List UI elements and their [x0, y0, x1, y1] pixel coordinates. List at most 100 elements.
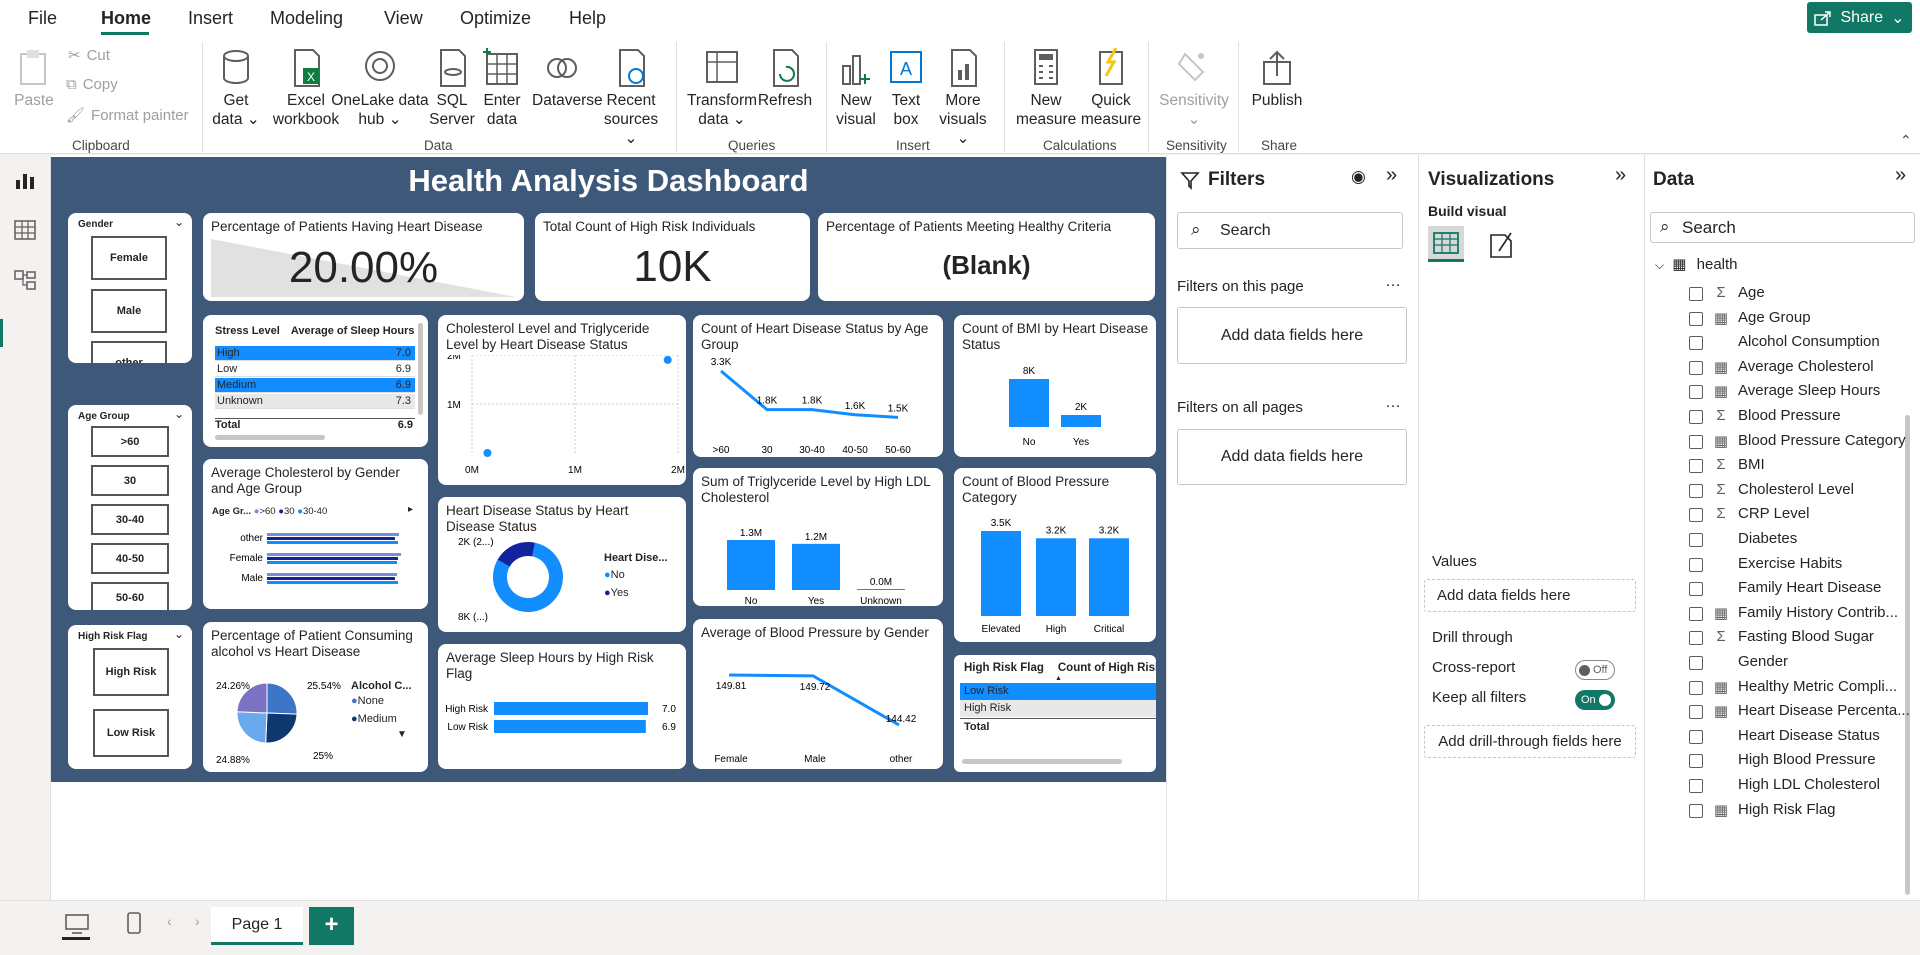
menu-home[interactable]: Home	[101, 8, 151, 29]
format-painter-button[interactable]: 🖌 Format painter	[66, 106, 189, 125]
model-view-icon[interactable]	[13, 268, 37, 292]
text-box-button[interactable]: A Text box	[886, 48, 926, 129]
sort-ascending-icon[interactable]: ▲	[1055, 675, 1062, 682]
menu-help[interactable]: Help	[569, 8, 606, 29]
field-checkbox[interactable]	[1689, 680, 1703, 695]
blood-pressure-category-chart[interactable]: Count of Blood Pressure Category 3.5K Ele…	[954, 468, 1156, 642]
slicer-item-male[interactable]: Male	[91, 289, 167, 333]
page-tab-1[interactable]: Page 1	[211, 907, 303, 945]
slicer-item-high-risk[interactable]: High Risk	[93, 648, 169, 696]
field-checkbox[interactable]	[1689, 631, 1703, 646]
enter-data-button[interactable]: Enter data	[478, 48, 526, 129]
onelake-data-hub-button[interactable]: OneLake data hub ⌄	[330, 48, 430, 129]
chevron-down-icon[interactable]: ⌄	[174, 627, 184, 641]
high-risk-count-card[interactable]: Total Count of High Risk Individuals 10K	[535, 213, 810, 301]
transform-data-button[interactable]: Transform data ⌄	[686, 48, 758, 129]
vertical-scrollbar[interactable]	[418, 323, 423, 415]
heart-disease-by-age-chart[interactable]: Count of Heart Disease Status by Age Gro…	[693, 315, 943, 457]
field-item[interactable]: ▦ High Risk Flag	[1689, 798, 1919, 826]
table-row[interactable]: High 7.0	[215, 346, 415, 361]
menu-modeling[interactable]: Modeling	[270, 8, 343, 29]
field-checkbox[interactable]	[1689, 533, 1703, 547]
high-risk-slicer[interactable]: High Risk Flag ⌄ High Risk Low Risk	[68, 625, 192, 769]
field-checkbox[interactable]	[1689, 459, 1703, 474]
cross-report-toggle[interactable]: Off	[1575, 660, 1615, 680]
report-view-icon[interactable]	[13, 168, 37, 192]
build-visual-tab[interactable]	[1428, 226, 1464, 262]
refresh-button[interactable]: Refresh	[756, 48, 814, 110]
drill-through-drop-zone[interactable]: Add drill-through fields here	[1424, 725, 1636, 758]
publish-button[interactable]: Publish	[1250, 48, 1304, 110]
healthy-criteria-card[interactable]: Percentage of Patients Meeting Healthy C…	[818, 213, 1155, 301]
share-button[interactable]: Share ⌄	[1807, 2, 1912, 33]
avg-cholesterol-chart[interactable]: Average Cholesterol by Gender and Age Gr…	[203, 459, 428, 609]
field-checkbox[interactable]	[1689, 360, 1703, 375]
previous-page-icon[interactable]: ‹	[167, 913, 172, 929]
next-page-icon[interactable]: ›	[195, 913, 200, 929]
blood-pressure-by-gender-chart[interactable]: Average of Blood Pressure by Gender 149.…	[693, 619, 943, 769]
cholesterol-triglyceride-scatter[interactable]: Cholesterol Level and Triglyceride Level…	[438, 315, 686, 485]
more-options-icon[interactable]: …	[1385, 394, 1401, 412]
keep-filters-toggle[interactable]: On	[1575, 690, 1615, 710]
high-risk-table[interactable]: High Risk Flag Count of High Risk ▲ Low R…	[954, 655, 1156, 772]
age-group-slicer[interactable]: Age Group ⌄ >60 30 30-40 40-50 50-60	[68, 405, 192, 610]
collapse-pane-icon[interactable]: »	[1895, 164, 1906, 187]
table-row[interactable]: Unknown 7.3	[215, 394, 415, 409]
gender-slicer[interactable]: Gender ⌄ Female Male other	[68, 213, 192, 363]
filters-page-drop-zone[interactable]: Add data fields here	[1177, 307, 1407, 364]
field-checkbox[interactable]	[1689, 557, 1703, 572]
field-checkbox[interactable]	[1689, 336, 1703, 351]
field-checkbox[interactable]	[1689, 705, 1703, 720]
field-checkbox[interactable]	[1689, 311, 1703, 326]
collapse-ribbon-icon[interactable]: ⌃	[1900, 132, 1912, 149]
field-checkbox[interactable]	[1689, 410, 1703, 424]
new-visual-button[interactable]: New visual	[836, 48, 876, 129]
field-checkbox[interactable]	[1689, 287, 1703, 301]
field-checkbox[interactable]	[1689, 434, 1703, 449]
slicer-item-30-40[interactable]: 30-40	[91, 504, 169, 535]
slicer-item-40-50[interactable]: 40-50	[91, 543, 169, 574]
field-checkbox[interactable]	[1689, 385, 1703, 400]
table-view-icon[interactable]	[13, 218, 37, 242]
table-row[interactable]: Low Risk	[960, 683, 1156, 700]
sql-server-button[interactable]: SQL Server	[428, 48, 476, 129]
quick-measure-button[interactable]: Quick measure	[1080, 48, 1142, 129]
more-options-icon[interactable]: …	[1385, 273, 1401, 291]
legend-scroll-icon[interactable]: ▸	[408, 504, 413, 515]
field-checkbox[interactable]	[1689, 803, 1703, 818]
paste-button[interactable]: Paste	[14, 48, 54, 110]
collapse-pane-icon[interactable]: »	[1615, 164, 1626, 187]
slicer-item-low-risk[interactable]: Low Risk	[93, 709, 169, 757]
chevron-down-icon[interactable]: ⌄	[174, 215, 184, 229]
mobile-layout-icon[interactable]	[126, 911, 142, 935]
menu-view[interactable]: View	[384, 8, 423, 29]
chevron-down-icon[interactable]: ⌄	[174, 407, 184, 421]
field-checkbox[interactable]	[1689, 779, 1703, 793]
table-node-health[interactable]: ⌵ ▦ health	[1655, 255, 1738, 273]
heart-disease-donut-chart[interactable]: Heart Disease Status by Heart Disease St…	[438, 497, 686, 632]
bmi-by-heart-disease-chart[interactable]: Count of BMI by Heart Disease Status 8K N…	[954, 315, 1156, 457]
table-row[interactable]: Low 6.9	[215, 362, 415, 377]
field-checkbox[interactable]	[1689, 508, 1703, 523]
menu-file[interactable]: File	[28, 8, 57, 29]
slicer-item-other[interactable]: other	[91, 341, 167, 363]
field-checkbox[interactable]	[1689, 582, 1703, 597]
values-drop-zone[interactable]: Add data fields here	[1424, 579, 1636, 612]
field-checkbox[interactable]	[1689, 729, 1703, 744]
slicer-item-60plus[interactable]: >60	[91, 426, 169, 457]
data-search-input[interactable]: ⌕ Search	[1650, 212, 1915, 243]
format-visual-icon[interactable]	[1485, 229, 1517, 261]
sensitivity-button[interactable]: Sensitivity ⌄	[1158, 48, 1230, 129]
new-measure-button[interactable]: New measure	[1016, 48, 1076, 129]
alcohol-pie-chart[interactable]: Percentage of Patient Consuming alcohol …	[203, 622, 428, 772]
slicer-item-female[interactable]: Female	[91, 236, 167, 280]
legend-scroll-down-icon[interactable]: ▼	[397, 729, 412, 740]
recent-sources-button[interactable]: Recent sources ⌄	[596, 48, 666, 148]
collapse-pane-icon[interactable]: »	[1386, 164, 1397, 187]
field-checkbox[interactable]	[1689, 483, 1703, 498]
filters-search-input[interactable]: ⌕ Search	[1177, 212, 1403, 249]
add-page-button[interactable]: +	[309, 907, 354, 945]
desktop-layout-icon[interactable]	[64, 913, 90, 935]
triglyceride-by-ldl-chart[interactable]: Sum of Triglyceride Level by High LDL Ch…	[693, 468, 943, 606]
stress-sleep-table[interactable]: Stress Level Average of Sleep Hours High 7…	[203, 315, 428, 447]
